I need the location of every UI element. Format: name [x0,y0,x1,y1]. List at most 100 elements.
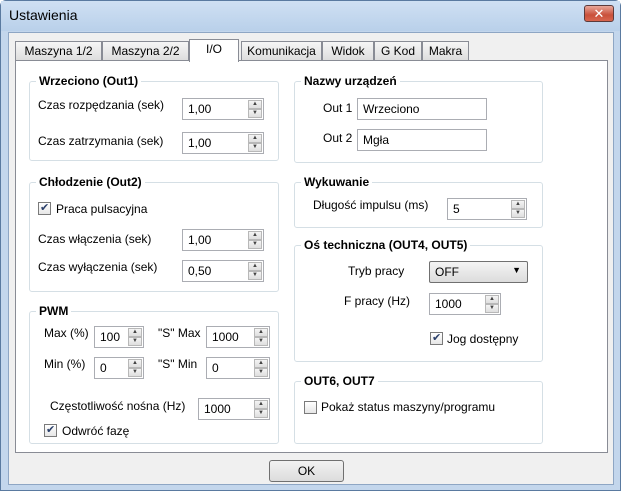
pokaz-status-checkbox[interactable] [304,401,317,414]
out6-out7-group: OUT6, OUT7 Pokaż status maszyny/programu [294,374,543,444]
odwroc-faze-label: Odwróć fazę [62,424,130,438]
spin-up-icon[interactable]: ▲ [511,200,525,209]
nazwy-urzadzen-title: Nazwy urządzeń [301,74,400,88]
spin-up-icon[interactable]: ▲ [248,231,262,240]
czas-rozpedzania-value: 1,00 [188,102,212,116]
os-techniczna-group: Oś techniczna (OUT4, OUT5) Tryb pracy OF… [294,238,543,362]
spin-down-icon[interactable]: ▼ [254,337,268,346]
os-techniczna-title: Oś techniczna (OUT4, OUT5) [301,238,471,252]
tab-maszyna-1[interactable]: Maszyna 1/2 [15,41,102,61]
dialog-body: Maszyna 1/2 Maszyna 2/2 I/O Komunikacja … [8,32,614,485]
tab-komunikacja[interactable]: Komunikacja [241,41,322,61]
spin-down-icon[interactable]: ▼ [248,109,262,118]
praca-pulsacyjna-label: Praca pulsacyjna [56,202,148,216]
czas-rozpedzania-label: Czas rozpędzania (sek) [38,98,165,112]
out2-name-input[interactable]: Mgła [357,129,487,151]
out1-name-input[interactable]: Wrzeciono [357,98,487,120]
spin-up-icon[interactable]: ▲ [485,295,499,304]
spin-up-icon[interactable]: ▲ [254,400,268,409]
tab-makra[interactable]: Makra [422,41,469,61]
tab-widok[interactable]: Widok [322,41,374,61]
czas-wylaczenia-label: Czas wyłączenia (sek) [38,260,158,274]
s-min-value: 0 [212,361,219,375]
f-pracy-value: 1000 [435,297,462,311]
tab-g-kod[interactable]: G Kod [374,41,422,61]
wrzeciono-title: Wrzeciono (Out1) [36,74,142,88]
czas-zatrzymania-spinner[interactable]: 1,00 ▲ ▼ [182,132,264,154]
pwm-max-spinner[interactable]: 100 ▲ ▼ [94,326,144,348]
pwm-max-label: Max (%) [44,326,89,340]
title-bar: Ustawienia ✕ [1,1,620,31]
czas-zatrzymania-label: Czas zatrzymania (sek) [38,134,164,148]
s-max-label: "S" Max [158,326,201,340]
pokaz-status-label: Pokaż status maszyny/programu [321,400,496,414]
czas-zatrzymania-value: 1,00 [188,136,212,150]
out2-name-value: Mgła [363,133,390,147]
dlugosc-impulsu-value: 5 [453,202,460,216]
spin-down-icon[interactable]: ▼ [254,368,268,377]
out2-label: Out 2 [323,131,353,145]
odwroc-faze-checkbox[interactable] [44,423,57,437]
spin-down-icon[interactable]: ▼ [485,304,499,313]
s-min-spinner[interactable]: 0 ▲ ▼ [206,357,270,379]
f-pracy-label: F pracy (Hz) [344,294,410,308]
czas-wylaczenia-value: 0,50 [188,264,212,278]
s-max-value: 1000 [212,330,239,344]
io-panel: Wrzeciono (Out1) Czas rozpędzania (sek) … [15,60,608,453]
chevron-down-icon: ▼ [512,265,521,275]
czestotliwosc-value: 1000 [204,402,231,416]
nazwy-urzadzen-group: Nazwy urządzeń Out 1 Wrzeciono Out 2 Mgł… [294,74,543,163]
spin-down-icon[interactable]: ▼ [248,240,262,249]
settings-window: Ustawienia ✕ Maszyna 1/2 Maszyna 2/2 I/O… [0,0,621,491]
tryb-pracy-dropdown[interactable]: OFF ▼ [429,261,528,283]
spin-up-icon[interactable]: ▲ [254,328,268,337]
czestotliwosc-spinner[interactable]: 1000 ▲ ▼ [198,398,270,420]
spin-down-icon[interactable]: ▼ [128,368,142,377]
spin-up-icon[interactable]: ▲ [128,328,142,337]
tryb-pracy-value: OFF [435,265,459,279]
pwm-group: PWM Max (%) 100 ▲ ▼ "S" Max 1000 ▲ ▼ Min (… [29,304,279,444]
dlugosc-impulsu-spinner[interactable]: 5 ▲ ▼ [447,198,527,220]
window-title: Ustawienia [9,7,78,23]
f-pracy-spinner[interactable]: 1000 ▲ ▼ [429,293,501,315]
czas-wlaczenia-label: Czas włączenia (sek) [38,232,152,246]
tab-maszyna-2[interactable]: Maszyna 2/2 [102,41,189,61]
tab-io[interactable]: I/O [189,39,239,62]
spin-down-icon[interactable]: ▼ [511,209,525,218]
spin-down-icon[interactable]: ▼ [254,409,268,418]
pwm-min-spinner[interactable]: 0 ▲ ▼ [94,357,144,379]
spin-down-icon[interactable]: ▼ [248,271,262,280]
czestotliwosc-label: Częstotliwość nośna (Hz) [50,399,186,413]
spin-up-icon[interactable]: ▲ [248,134,262,143]
tryb-pracy-label: Tryb pracy [348,264,405,278]
s-max-spinner[interactable]: 1000 ▲ ▼ [206,326,270,348]
out1-name-value: Wrzeciono [363,102,420,116]
chlodzenie-title: Chłodzenie (Out2) [36,175,145,189]
jog-dostepny-checkbox[interactable] [430,331,443,345]
spin-up-icon[interactable]: ▲ [254,359,268,368]
czas-wylaczenia-spinner[interactable]: 0,50 ▲ ▼ [182,260,264,282]
czas-wlaczenia-spinner[interactable]: 1,00 ▲ ▼ [182,229,264,251]
praca-pulsacyjna-checkbox[interactable] [38,201,51,215]
s-min-label: "S" Min [158,357,198,371]
spin-up-icon[interactable]: ▲ [248,100,262,109]
spin-down-icon[interactable]: ▼ [248,143,262,152]
pwm-min-label: Min (%) [44,357,86,371]
spin-up-icon[interactable]: ▲ [248,262,262,271]
wykuwanie-title: Wykuwanie [301,175,373,189]
pwm-min-value: 0 [100,361,107,375]
czas-wlaczenia-value: 1,00 [188,233,212,247]
chlodzenie-group: Chłodzenie (Out2) Praca pulsacyjna Czas … [29,175,279,292]
wykuwanie-group: Wykuwanie Długość impulsu (ms) 5 ▲ ▼ [294,175,543,228]
ok-button[interactable]: OK [269,460,344,482]
czas-rozpedzania-spinner[interactable]: 1,00 ▲ ▼ [182,98,264,120]
close-button[interactable]: ✕ [584,5,614,22]
spin-down-icon[interactable]: ▼ [128,337,142,346]
pwm-title: PWM [36,304,72,318]
wrzeciono-group: Wrzeciono (Out1) Czas rozpędzania (sek) … [29,74,279,161]
out6-out7-title: OUT6, OUT7 [301,374,378,388]
pwm-max-value: 100 [100,330,121,344]
dlugosc-impulsu-label: Długość impulsu (ms) [313,198,429,212]
spin-up-icon[interactable]: ▲ [128,359,142,368]
out1-label: Out 1 [323,101,353,115]
